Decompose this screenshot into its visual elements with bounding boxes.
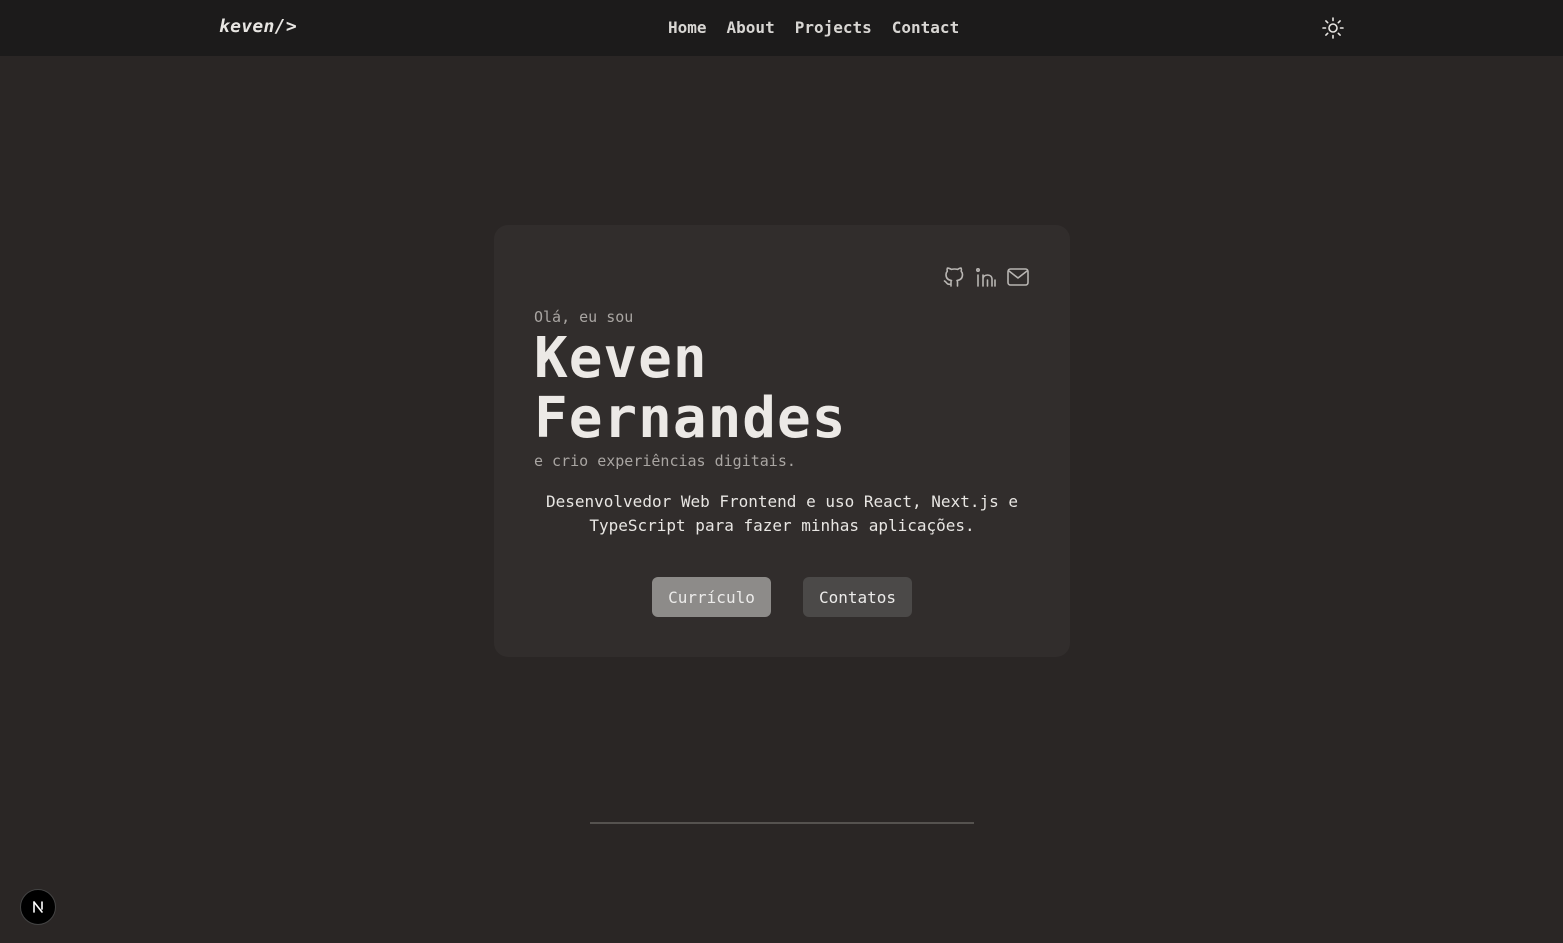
github-icon xyxy=(943,267,964,287)
nav-link-about[interactable]: About xyxy=(727,18,775,37)
hero-description: Desenvolvedor Web Frontend e uso React, … xyxy=(545,492,1018,535)
email-link[interactable] xyxy=(1006,265,1030,289)
github-link[interactable] xyxy=(942,265,966,289)
hero-name-first: Keven xyxy=(534,326,708,391)
mail-icon xyxy=(1007,268,1029,286)
hero-name-last: Fernandes xyxy=(534,386,847,451)
sun-icon xyxy=(1322,17,1344,39)
site-logo[interactable]: keven/> xyxy=(219,16,297,37)
social-links xyxy=(942,265,1030,289)
greeting-text: Olá, eu sou xyxy=(534,308,634,326)
contacts-button[interactable]: Contatos xyxy=(803,577,912,617)
linkedin-link[interactable] xyxy=(974,265,998,289)
hero-name: Keven Fernandes xyxy=(534,329,846,449)
nextjs-dev-badge[interactable] xyxy=(20,889,56,925)
hero-card: Olá, eu sou Keven Fernandes e crio exper… xyxy=(494,225,1070,657)
navbar: keven/> Home About Projects Contact xyxy=(0,0,1563,56)
linkedin-icon xyxy=(975,267,996,287)
nav-link-projects[interactable]: Projects xyxy=(795,18,872,37)
hero-tagline: e crio experiências digitais. xyxy=(534,452,796,470)
section-divider xyxy=(590,822,974,824)
nav-link-home[interactable]: Home xyxy=(668,18,707,37)
nav-link-contact[interactable]: Contact xyxy=(892,18,959,37)
nav-links: Home About Projects Contact xyxy=(668,18,959,37)
theme-toggle-button[interactable] xyxy=(1321,16,1345,40)
resume-button[interactable]: Currículo xyxy=(652,577,771,617)
nextjs-icon xyxy=(33,901,43,913)
